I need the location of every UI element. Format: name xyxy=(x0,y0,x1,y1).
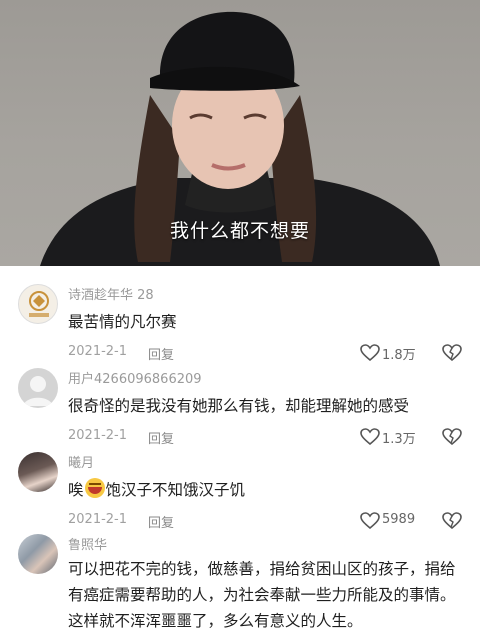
comment-date: 2021-2-1 xyxy=(68,428,128,443)
reply-button[interactable]: 回复 xyxy=(148,344,174,363)
comment-text: 唉 饱汉子不知饿汉子饥 xyxy=(68,478,245,500)
photo-avatar[interactable] xyxy=(18,452,58,492)
comment-username[interactable]: 鲁照华 xyxy=(68,534,107,553)
comment-text: 最苦情的凡尔赛 xyxy=(68,313,177,331)
heart-icon[interactable] xyxy=(360,344,380,362)
reply-button[interactable]: 回复 xyxy=(148,428,174,447)
reply-button[interactable]: 回复 xyxy=(148,512,174,531)
like-count: 1.3万 xyxy=(382,432,416,447)
comment-username[interactable]: 用户4266096866209 xyxy=(68,368,202,387)
broken-heart-icon[interactable] xyxy=(442,428,462,446)
comment-list[interactable]: 诗酒趁年华 28 最苦情的凡尔赛 2021-2-1 回复 1.8万 用户4266… xyxy=(0,266,480,640)
laughing-crying-emoji-icon xyxy=(84,478,105,498)
comment-text: 很奇怪的是我没有她那么有钱，却能理解她的感受 xyxy=(68,397,410,415)
comment-text: 可以把花不完的钱，做慈善，捐给贫困山区的孩子，捐给有癌症需要帮助的人，为社会奉献… xyxy=(68,560,456,630)
video-player[interactable]: 我什么都不想要 xyxy=(0,0,480,266)
video-subtitle: 我什么都不想要 xyxy=(169,220,310,242)
like-count: 5989 xyxy=(382,512,416,527)
broken-heart-icon[interactable] xyxy=(442,344,462,362)
photo-avatar[interactable] xyxy=(18,534,58,574)
heart-icon[interactable] xyxy=(360,428,380,446)
comment-date: 2021-2-1 xyxy=(68,344,128,359)
badge-avatar[interactable] xyxy=(18,284,58,324)
like-count: 1.8万 xyxy=(382,348,416,363)
broken-heart-icon[interactable] xyxy=(442,512,462,530)
comment-text-start: 唉 xyxy=(68,481,84,499)
heart-icon[interactable] xyxy=(360,512,380,530)
comment-text-end: 饱汉子不知饿汉子饥 xyxy=(105,481,246,499)
user-silhouette-icon xyxy=(23,376,53,406)
default-user-avatar[interactable] xyxy=(18,368,58,408)
comment-date: 2021-2-1 xyxy=(68,512,128,527)
comment-username[interactable]: 诗酒趁年华 28 xyxy=(68,284,154,303)
comment-username[interactable]: 曦月 xyxy=(68,452,94,471)
badge-icon xyxy=(29,291,49,317)
